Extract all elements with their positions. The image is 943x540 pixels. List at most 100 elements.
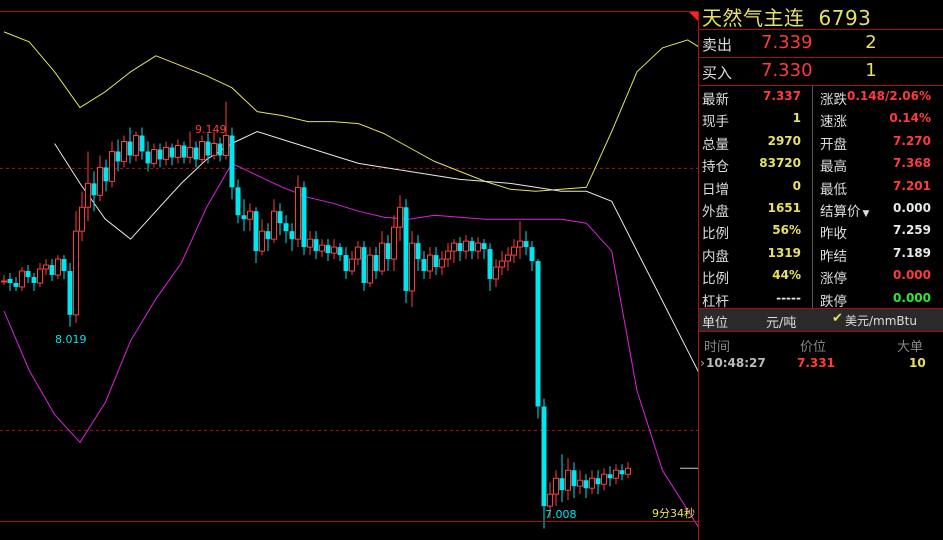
stat-row: 总量 2970 开盘 7.270	[699, 131, 943, 153]
stat-row: 持仓 83720 最高 7.368	[699, 153, 943, 175]
unit-cny-option[interactable]: 元/吨	[766, 312, 796, 331]
candle-body-up	[199, 141, 205, 160]
candle-body-up	[427, 254, 433, 272]
stat-value: 1651	[767, 200, 801, 215]
candle-body-down	[457, 243, 463, 252]
candle-body-down	[325, 245, 331, 254]
candle-body-down	[115, 151, 121, 162]
candle-body-up	[43, 264, 49, 270]
stat-value: 7.189	[893, 245, 931, 260]
upper-band-line	[3, 31, 698, 192]
candle-body-up	[625, 467, 631, 475]
kline-chart[interactable]: 9.149 8.019 7.008 9分34秒	[0, 0, 698, 540]
stat-label: 日增	[702, 181, 729, 198]
candle-body-down	[265, 231, 271, 240]
candle-body-up	[445, 250, 451, 260]
candle-body-up	[355, 246, 361, 260]
instrument-title[interactable]: 天然气主连 6793	[702, 2, 871, 30]
candle-body-down	[169, 147, 175, 158]
stat-row: 日增 0 最低 7.201	[699, 176, 943, 198]
candle-body-up	[331, 246, 337, 254]
stat-value: 0.000	[893, 200, 931, 215]
candle-body-up	[475, 242, 481, 252]
stat-label: 比例	[702, 226, 729, 243]
candle-body-up	[517, 240, 523, 248]
stat-value: -----	[776, 290, 801, 305]
buy-row[interactable]: 买入 7.330 1	[699, 58, 943, 86]
tick-price: 7.331	[797, 356, 835, 370]
candle-body-down	[49, 265, 55, 276]
candle-body-down	[421, 259, 427, 272]
candle-body-down	[277, 211, 283, 224]
candle-body-up	[499, 260, 505, 268]
stat-label: 持仓	[702, 159, 729, 176]
candle-body-down	[31, 276, 37, 283]
candle-body-down	[619, 470, 625, 475]
candle-body-up	[379, 242, 385, 272]
candle-body-down	[235, 187, 241, 216]
unit-usd-option[interactable]: 美元/mmBtu	[845, 312, 917, 329]
stat-label: 昨收	[820, 226, 847, 243]
stat-value: 2970	[767, 133, 801, 148]
candle-body-up	[295, 186, 301, 240]
separator	[699, 331, 943, 332]
candle-body-up	[577, 479, 583, 487]
instrument-name: 天然气主连	[702, 6, 805, 30]
stat-row: 杠杆 ----- 跌停 0.000	[699, 288, 943, 310]
candle-body-up	[319, 244, 325, 252]
stat-value: 7.337	[763, 89, 801, 103]
candle-body-down	[253, 211, 259, 252]
candle-body-down	[193, 147, 199, 160]
stat-label: 开盘	[820, 136, 847, 153]
candle-body-down	[571, 470, 577, 487]
candle-body-down	[103, 167, 109, 182]
candle-body-down	[487, 249, 493, 279]
candle-body-up	[97, 166, 103, 196]
candle-body-up	[391, 226, 397, 260]
stat-value: 83720	[759, 156, 801, 171]
candle-body-down	[217, 143, 223, 156]
stat-row: 现手 1 速涨 0.14%	[699, 108, 943, 130]
stat-value: 1	[792, 111, 801, 126]
candle-body-down	[7, 278, 13, 283]
candle-body-down	[607, 474, 613, 479]
candle-body-down	[229, 135, 235, 188]
candle-body-down	[289, 231, 295, 240]
candle-body-down	[91, 183, 97, 196]
candle-body-up	[511, 246, 517, 256]
candle-body-down	[403, 207, 409, 291]
stat-row: 比例 56% 昨收 7.259	[699, 220, 943, 242]
candle-body-up	[187, 146, 193, 158]
candle-body-down	[415, 243, 421, 260]
stat-label: 涨停	[820, 271, 847, 288]
candle-body-down	[127, 141, 133, 156]
stat-label: 最低	[820, 181, 847, 198]
stat-label: 速涨	[820, 114, 847, 131]
unit-row: 单位 元/吨 ✔ 美元/mmBtu	[699, 309, 943, 331]
candle-body-up	[409, 242, 415, 292]
candle-body-up	[439, 258, 445, 268]
countdown-label: 9分34秒	[652, 506, 695, 520]
candle-body-up	[367, 254, 373, 284]
stat-label: 结算价	[820, 203, 861, 220]
stat-value: 0.148/2.06%	[847, 89, 931, 103]
stat-row: 比例 44% 涨停 0.000	[699, 265, 943, 287]
candle-body-up	[73, 230, 79, 316]
candle-body-up	[307, 238, 313, 248]
chart-top-border	[0, 11, 699, 12]
stat-value: 7.270	[893, 133, 931, 148]
candle-body-down	[181, 145, 187, 158]
dropdown-arrow-icon: ▼	[862, 208, 870, 219]
stat-label: 现手	[702, 114, 729, 131]
stat-value: 44%	[772, 268, 801, 283]
candle-body-up	[553, 477, 559, 495]
kline-chart-area[interactable]: 9.149 8.019 7.008 9分34秒	[0, 0, 698, 540]
stat-label: 最新	[702, 92, 729, 108]
tick-row[interactable]: › 10:48:27 7.331 10	[699, 355, 943, 373]
candle-body-up	[121, 141, 127, 162]
stat-row: 内盘 1319 昨结 7.189	[699, 243, 943, 265]
candle-body-down	[529, 247, 535, 262]
stat-row: 外盘 1651 结算价 ▼ 0.000	[699, 198, 943, 220]
settlement-price-dropdown[interactable]: 结算价 ▼	[820, 200, 869, 220]
sell-row[interactable]: 卖出 7.339 2	[699, 30, 943, 58]
